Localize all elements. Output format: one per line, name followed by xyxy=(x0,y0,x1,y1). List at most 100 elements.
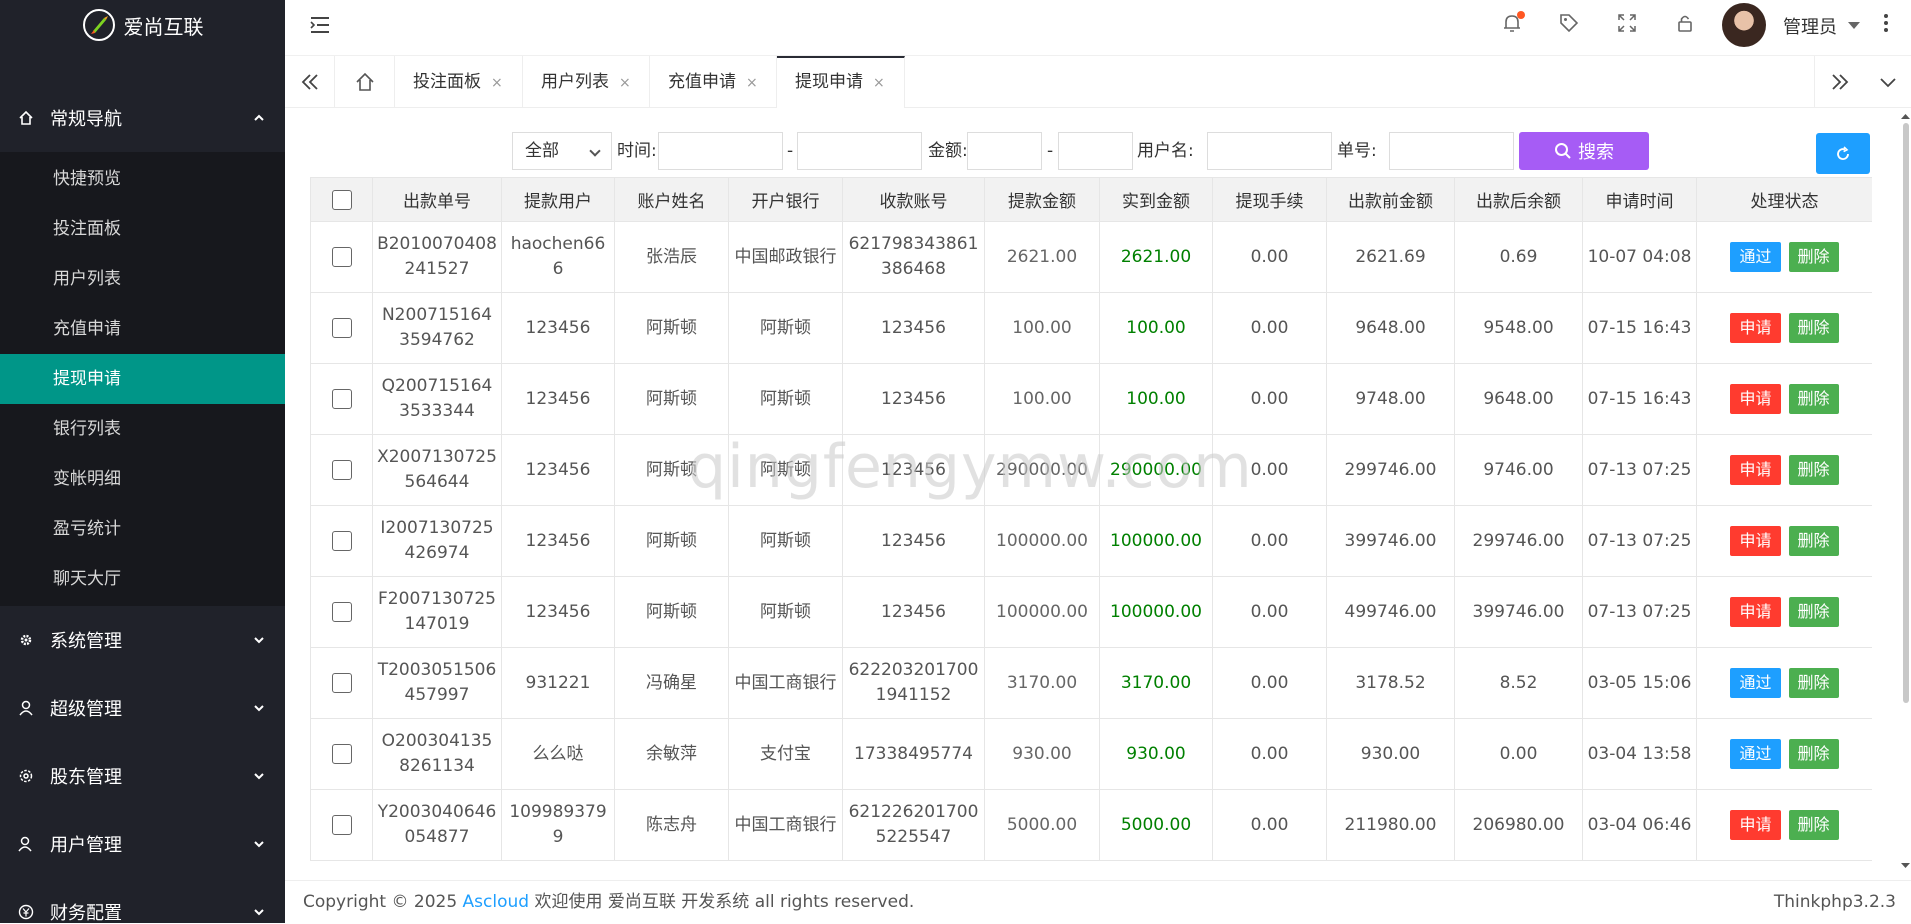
scroll-up-arrow-icon[interactable] xyxy=(1900,111,1911,121)
fullscreen-icon[interactable] xyxy=(1616,12,1638,34)
tab-user-list[interactable]: 用户列表 × xyxy=(523,56,650,108)
col-amount[interactable]: 提款金额 xyxy=(984,177,1100,222)
rocket-logo-icon xyxy=(82,9,115,41)
sidebar-item-account-changes[interactable]: 变帐明细 xyxy=(0,454,285,504)
col-fee[interactable]: 提现手续 xyxy=(1212,177,1327,222)
cell-amount: 100.00 xyxy=(984,363,1100,435)
avatar[interactable] xyxy=(1722,3,1766,47)
row-checkbox[interactable] xyxy=(331,672,352,693)
delete-button[interactable]: 删除 xyxy=(1788,384,1839,414)
bell-icon[interactable] xyxy=(1501,11,1525,34)
lock-icon[interactable] xyxy=(1674,12,1696,34)
approve-button[interactable]: 通过 xyxy=(1730,242,1781,272)
col-balance-before[interactable]: 出款前金额 xyxy=(1326,177,1455,222)
sidebar-group-system[interactable]: 系统管理 xyxy=(0,606,285,674)
sidebar-group-shareholder[interactable]: 股东管理 xyxy=(0,742,285,810)
col-account-no[interactable]: 收款账号 xyxy=(842,177,985,222)
time-start-input[interactable] xyxy=(658,132,783,170)
cell-user: 1099893799 xyxy=(501,789,615,861)
tab-bet-panel[interactable]: 投注面板 × xyxy=(395,56,523,108)
col-order-no[interactable]: 出款单号 xyxy=(372,177,502,222)
menu-toggle-icon[interactable] xyxy=(309,14,331,36)
row-checkbox[interactable] xyxy=(331,814,352,835)
approve-button[interactable]: 通过 xyxy=(1730,739,1781,769)
search-button[interactable]: 搜索 xyxy=(1519,132,1649,170)
apply-button[interactable]: 申请 xyxy=(1730,313,1781,343)
cell-balance-after: 0.69 xyxy=(1454,221,1583,293)
tab-close-icon[interactable]: × xyxy=(746,75,758,91)
row-checkbox[interactable] xyxy=(331,246,352,267)
sidebar-group-finance[interactable]: 财务配置 xyxy=(0,878,285,923)
cell-apply-time: 07-13 07:25 xyxy=(1582,434,1697,506)
vertical-scrollbar[interactable] xyxy=(1900,111,1911,871)
tabs-scroll-left-button[interactable] xyxy=(285,56,335,108)
amount-max-input[interactable] xyxy=(1058,132,1133,170)
sidebar-item-recharge[interactable]: 充值申请 xyxy=(0,304,285,354)
delete-button[interactable]: 删除 xyxy=(1788,739,1839,769)
sidebar-group-users[interactable]: 用户管理 xyxy=(0,810,285,878)
sidebar-item-bet-panel[interactable]: 投注面板 xyxy=(0,204,285,254)
apply-button[interactable]: 申请 xyxy=(1730,455,1781,485)
company-link[interactable]: Ascloud xyxy=(463,892,530,912)
delete-button[interactable]: 删除 xyxy=(1788,313,1839,343)
delete-button[interactable]: 删除 xyxy=(1788,668,1839,698)
row-checkbox[interactable] xyxy=(331,388,352,409)
table-row: B2010070408241527 haochen666 张浩辰 中国邮政银行 6217… xyxy=(310,221,1872,293)
sidebar-item-bank-list[interactable]: 银行列表 xyxy=(0,404,285,454)
sidebar-group-super[interactable]: 超级管理 xyxy=(0,674,285,742)
sidebar-group-general-nav[interactable]: 常规导航 xyxy=(0,84,285,152)
username-input[interactable] xyxy=(1207,132,1332,170)
scroll-down-arrow-icon[interactable] xyxy=(1900,861,1911,871)
tab-home[interactable] xyxy=(335,56,395,108)
row-select-cell xyxy=(310,363,373,435)
logo[interactable]: 爱尚互联 xyxy=(0,0,285,50)
apply-button[interactable]: 申请 xyxy=(1730,810,1781,840)
scrollbar-thumb[interactable] xyxy=(1903,123,1909,703)
caret-down-icon[interactable] xyxy=(1848,22,1860,29)
sidebar-item-quick-preview[interactable]: 快捷预览 xyxy=(0,154,285,204)
order-input[interactable] xyxy=(1389,132,1514,170)
tab-close-icon[interactable]: × xyxy=(873,75,885,91)
col-bank[interactable]: 开户银行 xyxy=(728,177,843,222)
delete-button[interactable]: 删除 xyxy=(1788,242,1839,272)
row-checkbox[interactable] xyxy=(331,601,352,622)
apply-button[interactable]: 申请 xyxy=(1730,597,1781,627)
cell-balance-after: 399746.00 xyxy=(1454,576,1583,648)
col-received[interactable]: 实到金额 xyxy=(1099,177,1213,222)
col-user[interactable]: 提款用户 xyxy=(501,177,615,222)
delete-button[interactable]: 删除 xyxy=(1788,526,1839,556)
refresh-button[interactable] xyxy=(1816,133,1870,174)
amount-min-input[interactable] xyxy=(967,132,1042,170)
tab-close-icon[interactable]: × xyxy=(491,75,503,91)
sidebar-item-withdraw[interactable]: 提现申请 xyxy=(0,354,285,404)
select-all-checkbox[interactable] xyxy=(331,189,352,210)
status-select[interactable]: 全部 xyxy=(512,132,612,170)
col-apply-time[interactable]: 申请时间 xyxy=(1582,177,1697,222)
delete-button[interactable]: 删除 xyxy=(1788,597,1839,627)
cell-order-no: O2003041358261134 xyxy=(372,718,502,790)
tabs-scroll-right-button[interactable] xyxy=(1814,56,1864,108)
row-checkbox[interactable] xyxy=(331,530,352,551)
tab-withdraw[interactable]: 提现申请 × xyxy=(777,56,905,108)
sidebar-item-user-list[interactable]: 用户列表 xyxy=(0,254,285,304)
user-name[interactable]: 管理员 xyxy=(1783,13,1837,39)
row-checkbox[interactable] xyxy=(331,317,352,338)
delete-button[interactable]: 删除 xyxy=(1788,810,1839,840)
tab-close-icon[interactable]: × xyxy=(619,75,631,91)
tabs-menu-button[interactable] xyxy=(1864,56,1911,108)
sidebar-item-chat-hall[interactable]: 聊天大厅 xyxy=(0,554,285,604)
row-checkbox[interactable] xyxy=(331,459,352,480)
tag-icon[interactable] xyxy=(1558,12,1580,34)
delete-button[interactable]: 删除 xyxy=(1788,455,1839,485)
apply-button[interactable]: 申请 xyxy=(1730,384,1781,414)
col-status[interactable]: 处理状态 xyxy=(1696,177,1872,222)
row-checkbox[interactable] xyxy=(331,743,352,764)
col-account-name[interactable]: 账户姓名 xyxy=(614,177,729,222)
approve-button[interactable]: 通过 xyxy=(1730,668,1781,698)
time-end-input[interactable] xyxy=(797,132,922,170)
more-vertical-icon[interactable] xyxy=(1883,12,1889,34)
col-balance-after[interactable]: 出款后余额 xyxy=(1454,177,1583,222)
sidebar-item-profit-loss[interactable]: 盈亏统计 xyxy=(0,504,285,554)
tab-recharge[interactable]: 充值申请 × xyxy=(650,56,777,108)
apply-button[interactable]: 申请 xyxy=(1730,526,1781,556)
